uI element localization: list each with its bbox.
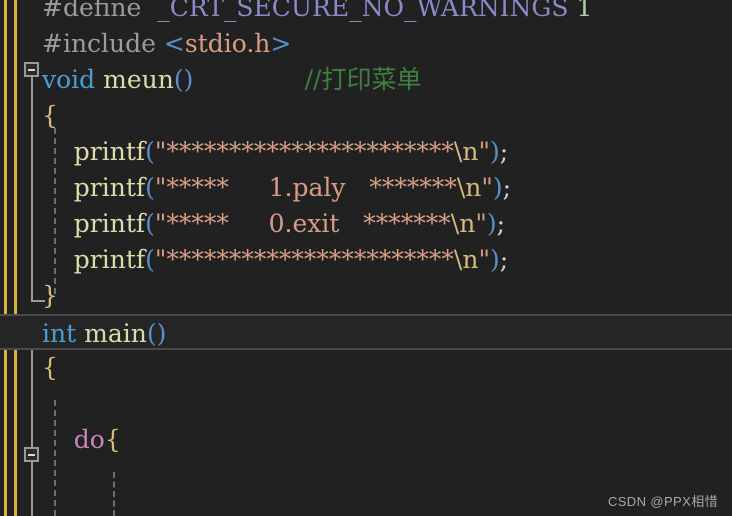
token-plain: ; bbox=[502, 173, 512, 202]
token-comment: //打印菜单 bbox=[304, 65, 422, 94]
code-line-text: int main() bbox=[42, 316, 166, 352]
code-line-text: printf("***** 1.paly *******\n"); bbox=[42, 170, 511, 206]
token-keyword_type: void bbox=[42, 65, 96, 94]
code-line-text: } bbox=[42, 278, 58, 314]
code-line[interactable]: { bbox=[0, 350, 732, 386]
code-line[interactable]: #define _CRT_SECURE_NO_WARNINGS 1 bbox=[0, 0, 732, 26]
token-function_name: printf bbox=[73, 209, 146, 238]
code-line[interactable]: printf("***********************\n"); bbox=[0, 242, 732, 278]
token-string: " bbox=[475, 209, 487, 238]
code-line-current[interactable]: int main() bbox=[0, 314, 732, 350]
token-string: "*********************** bbox=[154, 137, 454, 166]
token-parenthesis: > bbox=[270, 29, 292, 58]
code-line[interactable] bbox=[0, 386, 732, 422]
token-parenthesis: ( bbox=[145, 137, 155, 166]
code-line[interactable]: printf("***** 0.exit *******\n"); bbox=[0, 206, 732, 242]
token-escape: \n bbox=[456, 173, 482, 202]
token-parenthesis: ) bbox=[492, 173, 503, 202]
code-line[interactable]: printf("***** 1.paly *******\n"); bbox=[0, 170, 732, 206]
token-function_name: printf bbox=[73, 245, 146, 274]
token-parenthesis: ( bbox=[145, 209, 155, 238]
token-function_name: meun bbox=[103, 65, 174, 94]
token-parenthesis: () bbox=[173, 65, 194, 94]
code-line-text: #define _CRT_SECURE_NO_WARNINGS 1 bbox=[42, 0, 592, 26]
token-escape: \n bbox=[453, 245, 479, 274]
code-line[interactable]: printf("***********************\n"); bbox=[0, 134, 732, 170]
code-line[interactable]: { bbox=[0, 98, 732, 134]
token-string: " bbox=[478, 245, 490, 274]
code-line[interactable]: } bbox=[0, 278, 732, 314]
token-function_name: printf bbox=[73, 137, 146, 166]
code-line[interactable]: void meun() //打印菜单 bbox=[0, 62, 732, 98]
code-line-text: printf("***** 0.exit *******\n"); bbox=[42, 206, 505, 242]
token-brace: } bbox=[42, 281, 58, 310]
token-string: "***** 0.exit ******* bbox=[154, 209, 451, 238]
code-line[interactable]: do{ bbox=[0, 422, 732, 458]
token-parenthesis: ) bbox=[486, 209, 497, 238]
token-preprocessor: #include bbox=[42, 29, 156, 58]
code-line-text: void meun() //打印菜单 bbox=[42, 62, 421, 98]
code-line-text: do{ bbox=[42, 422, 121, 458]
code-editor-viewport[interactable]: #define _CRT_SECURE_NO_WARNINGS 1 #includ… bbox=[0, 0, 732, 516]
token-function_name: printf bbox=[73, 173, 146, 202]
token-brace: { bbox=[42, 353, 58, 382]
token-parenthesis: ( bbox=[145, 173, 155, 202]
token-brace: { bbox=[42, 101, 58, 130]
code-line-text: printf("***********************\n"); bbox=[42, 242, 508, 278]
token-keyword_control: do bbox=[73, 425, 105, 454]
code-line-text: { bbox=[42, 350, 58, 386]
token-string: "*********************** bbox=[154, 245, 454, 274]
code-lines-container[interactable]: #define _CRT_SECURE_NO_WARNINGS 1 #includ… bbox=[0, 0, 732, 516]
token-parenthesis: ) bbox=[489, 245, 500, 274]
token-escape: \n bbox=[450, 209, 476, 238]
token-number: 1 bbox=[576, 0, 593, 22]
token-parenthesis: ( bbox=[145, 245, 155, 274]
token-string: "***** 1.paly ******* bbox=[154, 173, 457, 202]
token-parenthesis: () bbox=[146, 319, 167, 348]
code-line[interactable]: #include <stdio.h> bbox=[0, 26, 732, 62]
watermark-label: CSDN @PPX相惜 bbox=[607, 494, 718, 509]
token-brace: { bbox=[104, 425, 121, 454]
token-string: stdio.h bbox=[184, 29, 271, 58]
token-string: " bbox=[481, 173, 493, 202]
token-string: " bbox=[478, 137, 490, 166]
code-line-text: { bbox=[42, 98, 58, 134]
token-escape: \n bbox=[453, 137, 479, 166]
token-parenthesis: ) bbox=[489, 137, 500, 166]
token-macro_name: _CRT_SECURE_NO_WARNINGS bbox=[157, 0, 569, 22]
code-line[interactable] bbox=[0, 458, 732, 494]
token-plain: ; bbox=[499, 137, 509, 166]
token-parenthesis: < bbox=[163, 29, 185, 58]
code-line-text: #include <stdio.h> bbox=[42, 26, 291, 62]
token-plain: ; bbox=[496, 209, 506, 238]
token-keyword_type: int bbox=[42, 319, 77, 348]
token-plain: ; bbox=[499, 245, 509, 274]
token-preprocessor: #define bbox=[42, 0, 142, 22]
token-function_name: main bbox=[84, 319, 147, 348]
code-line-text: printf("***********************\n"); bbox=[42, 134, 508, 170]
